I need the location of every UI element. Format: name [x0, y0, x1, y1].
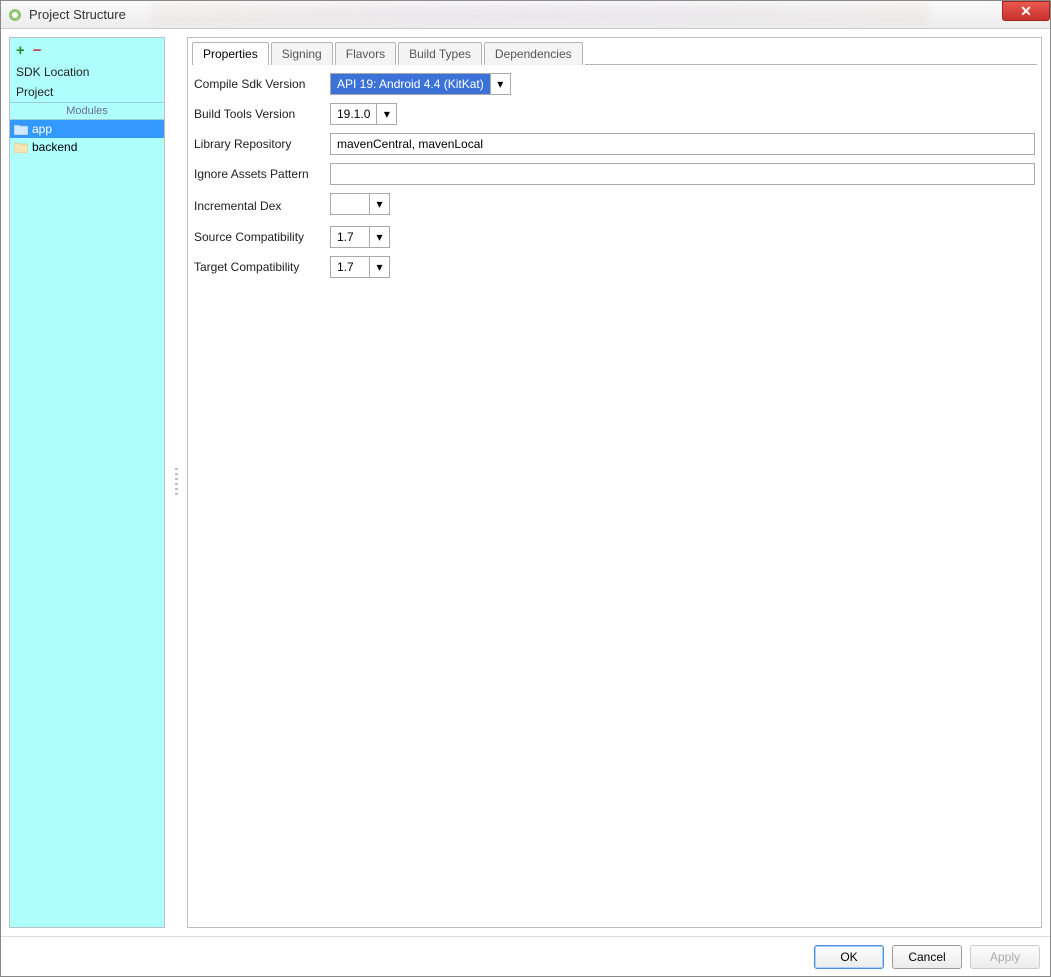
- splitter-grip-icon: [175, 468, 178, 498]
- ok-button[interactable]: OK: [814, 945, 884, 969]
- chevron-down-icon[interactable]: ▾: [370, 193, 390, 215]
- titlebar: Project Structure ✕: [1, 1, 1050, 29]
- ignore-assets-input[interactable]: [330, 163, 1035, 185]
- sidebar-item-project[interactable]: Project: [10, 82, 164, 102]
- sidebar-item-label: SDK Location: [16, 65, 89, 79]
- target-compat-label: Target Compatibility: [194, 260, 324, 274]
- ignore-assets-label: Ignore Assets Pattern: [194, 167, 324, 181]
- tab-label: Signing: [282, 47, 322, 61]
- chevron-down-icon[interactable]: ▾: [370, 226, 390, 248]
- apply-button: Apply: [970, 945, 1040, 969]
- content-panel: Properties Signing Flavors Build Types D…: [187, 37, 1042, 928]
- sidebar-toolbar: + −: [10, 38, 164, 62]
- dialog-footer: OK Cancel Apply: [1, 936, 1050, 976]
- sidebar-module-label: backend: [32, 140, 77, 154]
- tab-filler: [585, 42, 1037, 65]
- incremental-dex-label: Incremental Dex: [194, 199, 324, 213]
- close-icon: ✕: [1020, 3, 1032, 20]
- compile-sdk-combo[interactable]: API 19: Android 4.4 (KitKat) ▾: [330, 73, 511, 95]
- cancel-button[interactable]: Cancel: [892, 945, 962, 969]
- sidebar-section-modules: Modules: [10, 102, 164, 120]
- chevron-down-icon[interactable]: ▾: [370, 256, 390, 278]
- incremental-dex-value: [330, 193, 370, 215]
- tab-label: Flavors: [346, 47, 385, 61]
- library-repo-label: Library Repository: [194, 137, 324, 151]
- tab-label: Properties: [203, 47, 258, 61]
- tab-properties[interactable]: Properties: [192, 42, 269, 65]
- build-tools-combo[interactable]: 19.1.0 ▾: [330, 103, 397, 125]
- add-module-button[interactable]: +: [16, 42, 25, 59]
- sidebar-module-label: app: [32, 122, 52, 136]
- folder-icon: [14, 141, 28, 153]
- chevron-down-icon[interactable]: ▾: [377, 103, 397, 125]
- source-compat-value: 1.7: [330, 226, 370, 248]
- build-tools-label: Build Tools Version: [194, 107, 324, 121]
- tabs: Properties Signing Flavors Build Types D…: [188, 38, 1041, 65]
- close-button[interactable]: ✕: [1002, 1, 1050, 21]
- tab-build-types[interactable]: Build Types: [398, 42, 482, 65]
- sidebar-item-label: Project: [16, 85, 53, 99]
- chevron-down-icon[interactable]: ▾: [491, 73, 511, 95]
- tab-flavors[interactable]: Flavors: [335, 42, 396, 65]
- source-compat-label: Source Compatibility: [194, 230, 324, 244]
- compile-sdk-value: API 19: Android 4.4 (KitKat): [330, 73, 491, 95]
- window-title: Project Structure: [29, 7, 126, 22]
- target-compat-value: 1.7: [330, 256, 370, 278]
- sidebar-item-sdk-location[interactable]: SDK Location: [10, 62, 164, 82]
- background-window-blur: [151, 3, 930, 23]
- tab-label: Build Types: [409, 47, 471, 61]
- properties-form: Compile Sdk Version API 19: Android 4.4 …: [188, 65, 1041, 286]
- source-compat-combo[interactable]: 1.7 ▾: [330, 226, 390, 248]
- sidebar-module-app[interactable]: app: [10, 120, 164, 138]
- dialog-body: + − SDK Location Project Modules app: [1, 29, 1050, 976]
- build-tools-value: 19.1.0: [330, 103, 377, 125]
- sidebar-section-label: Modules: [66, 105, 108, 117]
- target-compat-combo[interactable]: 1.7 ▾: [330, 256, 390, 278]
- library-repo-input[interactable]: [330, 133, 1035, 155]
- incremental-dex-combo[interactable]: ▾: [330, 193, 390, 215]
- remove-module-button[interactable]: −: [33, 42, 42, 59]
- main-area: + − SDK Location Project Modules app: [1, 29, 1050, 936]
- folder-icon: [14, 123, 28, 135]
- tab-label: Dependencies: [495, 47, 572, 61]
- app-icon: [7, 7, 23, 23]
- compile-sdk-label: Compile Sdk Version: [194, 77, 324, 91]
- sidebar: + − SDK Location Project Modules app: [9, 37, 165, 928]
- splitter[interactable]: [173, 37, 179, 928]
- project-structure-dialog: Project Structure ✕ + − SDK Location Pro…: [0, 0, 1051, 977]
- window-controls: ✕: [1003, 1, 1050, 21]
- tab-dependencies[interactable]: Dependencies: [484, 42, 583, 65]
- tab-signing[interactable]: Signing: [271, 42, 333, 65]
- sidebar-module-backend[interactable]: backend: [10, 138, 164, 156]
